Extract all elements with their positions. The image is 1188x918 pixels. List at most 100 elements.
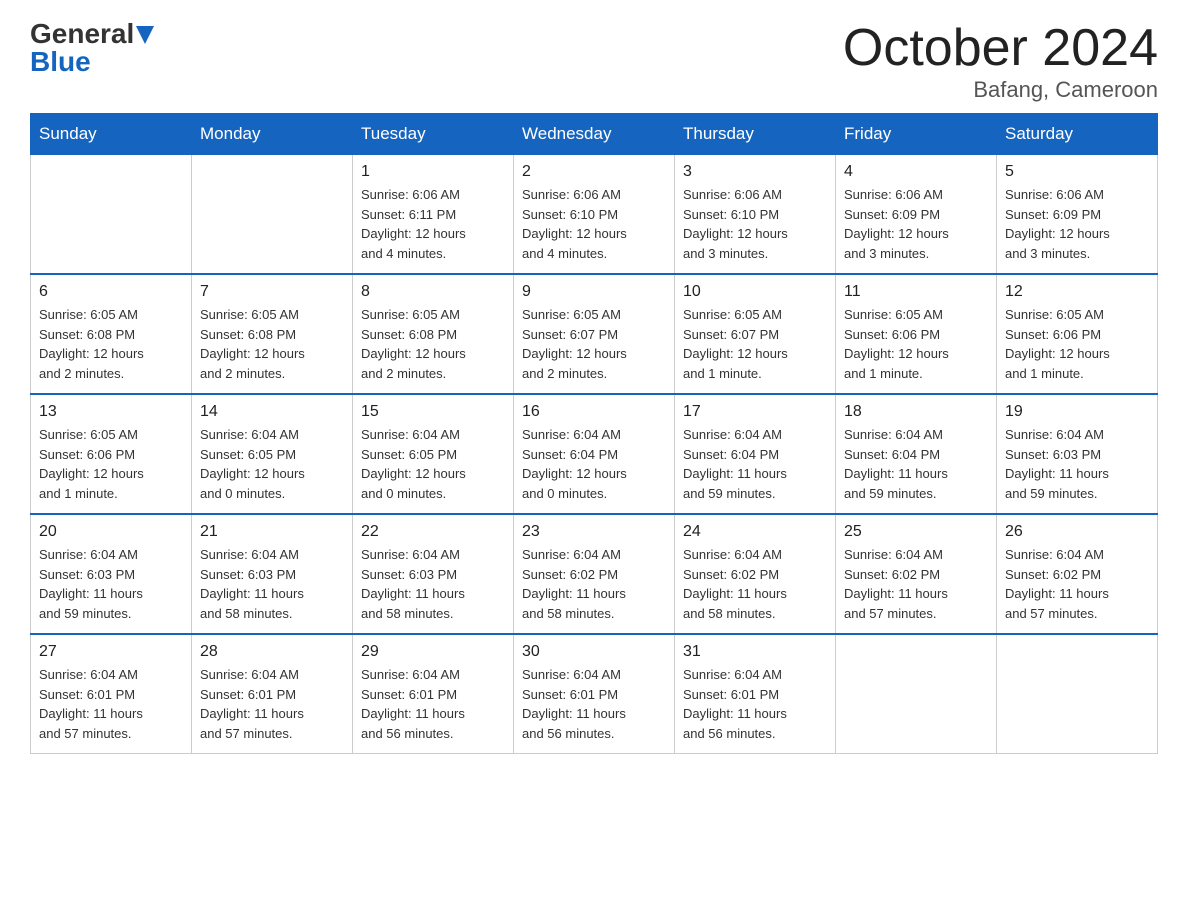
calendar-cell: 18 Sunrise: 6:04 AM Sunset: 6:04 PM Dayli…	[836, 394, 997, 514]
day-info: Sunrise: 6:04 AM Sunset: 6:01 PM Dayligh…	[200, 665, 344, 743]
day-info: Sunrise: 6:06 AM Sunset: 6:09 PM Dayligh…	[844, 185, 988, 263]
calendar-header-sunday: Sunday	[31, 114, 192, 155]
calendar-cell	[31, 155, 192, 275]
calendar-header-row: SundayMondayTuesdayWednesdayThursdayFrid…	[31, 114, 1158, 155]
day-info: Sunrise: 6:04 AM Sunset: 6:04 PM Dayligh…	[844, 425, 988, 503]
logo-blue: Blue	[30, 48, 91, 76]
day-info: Sunrise: 6:04 AM Sunset: 6:04 PM Dayligh…	[683, 425, 827, 503]
calendar-cell: 7 Sunrise: 6:05 AM Sunset: 6:08 PM Daylig…	[192, 274, 353, 394]
calendar-header-saturday: Saturday	[997, 114, 1158, 155]
day-number: 21	[200, 523, 344, 541]
day-number: 4	[844, 163, 988, 181]
calendar-cell	[836, 634, 997, 754]
calendar-cell: 25 Sunrise: 6:04 AM Sunset: 6:02 PM Dayli…	[836, 514, 997, 634]
calendar-cell: 13 Sunrise: 6:05 AM Sunset: 6:06 PM Dayli…	[31, 394, 192, 514]
page-header: General Blue October 2024 Bafang, Camero…	[30, 20, 1158, 103]
day-number: 27	[39, 643, 183, 661]
day-info: Sunrise: 6:05 AM Sunset: 6:07 PM Dayligh…	[522, 305, 666, 383]
calendar-header-friday: Friday	[836, 114, 997, 155]
day-number: 26	[1005, 523, 1149, 541]
day-number: 16	[522, 403, 666, 421]
day-number: 25	[844, 523, 988, 541]
calendar-week-row: 27 Sunrise: 6:04 AM Sunset: 6:01 PM Dayli…	[31, 634, 1158, 754]
day-info: Sunrise: 6:05 AM Sunset: 6:07 PM Dayligh…	[683, 305, 827, 383]
day-info: Sunrise: 6:04 AM Sunset: 6:05 PM Dayligh…	[361, 425, 505, 503]
calendar-header-tuesday: Tuesday	[353, 114, 514, 155]
calendar-cell: 29Sunrise: 6:04 AM Sunset: 6:01 PM Dayli…	[353, 634, 514, 754]
day-number: 17	[683, 403, 827, 421]
calendar-cell: 10 Sunrise: 6:05 AM Sunset: 6:07 PM Dayli…	[675, 274, 836, 394]
calendar-cell: 27 Sunrise: 6:04 AM Sunset: 6:01 PM Dayli…	[31, 634, 192, 754]
calendar-table: SundayMondayTuesdayWednesdayThursdayFrid…	[30, 113, 1158, 754]
day-info: Sunrise: 6:04 AM Sunset: 6:03 PM Dayligh…	[200, 545, 344, 623]
calendar-cell: 16 Sunrise: 6:04 AM Sunset: 6:04 PM Dayli…	[514, 394, 675, 514]
calendar-header-monday: Monday	[192, 114, 353, 155]
calendar-cell: 31 Sunrise: 6:04 AM Sunset: 6:01 PM Dayli…	[675, 634, 836, 754]
calendar-cell: 22 Sunrise: 6:04 AM Sunset: 6:03 PM Dayli…	[353, 514, 514, 634]
day-number: 20	[39, 523, 183, 541]
day-number: 6	[39, 283, 183, 301]
day-info: Sunrise: 6:04 AM Sunset: 6:02 PM Dayligh…	[1005, 545, 1149, 623]
day-info: Sunrise: 6:06 AM Sunset: 6:09 PM Dayligh…	[1005, 185, 1149, 263]
day-info: Sunrise: 6:04 AM Sunset: 6:02 PM Dayligh…	[683, 545, 827, 623]
calendar-cell: 21 Sunrise: 6:04 AM Sunset: 6:03 PM Dayli…	[192, 514, 353, 634]
day-number: 5	[1005, 163, 1149, 181]
calendar-cell	[192, 155, 353, 275]
calendar-cell: 1Sunrise: 6:06 AM Sunset: 6:11 PM Daylig…	[353, 155, 514, 275]
calendar-cell: 4 Sunrise: 6:06 AM Sunset: 6:09 PM Daylig…	[836, 155, 997, 275]
day-number: 14	[200, 403, 344, 421]
calendar-cell	[997, 634, 1158, 754]
day-info: Sunrise: 6:06 AM Sunset: 6:10 PM Dayligh…	[522, 185, 666, 263]
calendar-cell: 9 Sunrise: 6:05 AM Sunset: 6:07 PM Daylig…	[514, 274, 675, 394]
day-info: Sunrise: 6:04 AM Sunset: 6:01 PM Dayligh…	[522, 665, 666, 743]
logo-general: General	[30, 20, 134, 48]
calendar-cell: 12Sunrise: 6:05 AM Sunset: 6:06 PM Dayli…	[997, 274, 1158, 394]
calendar-cell: 23 Sunrise: 6:04 AM Sunset: 6:02 PM Dayli…	[514, 514, 675, 634]
day-number: 31	[683, 643, 827, 661]
calendar-cell: 26 Sunrise: 6:04 AM Sunset: 6:02 PM Dayli…	[997, 514, 1158, 634]
logo: General Blue	[30, 20, 154, 76]
day-number: 18	[844, 403, 988, 421]
calendar-cell: 24 Sunrise: 6:04 AM Sunset: 6:02 PM Dayli…	[675, 514, 836, 634]
day-info: Sunrise: 6:06 AM Sunset: 6:10 PM Dayligh…	[683, 185, 827, 263]
month-title: October 2024	[843, 20, 1158, 77]
day-number: 23	[522, 523, 666, 541]
calendar-cell: 20 Sunrise: 6:04 AM Sunset: 6:03 PM Dayli…	[31, 514, 192, 634]
day-number: 24	[683, 523, 827, 541]
day-info: Sunrise: 6:05 AM Sunset: 6:08 PM Dayligh…	[39, 305, 183, 383]
day-number: 29	[361, 643, 505, 661]
day-info: Sunrise: 6:05 AM Sunset: 6:08 PM Dayligh…	[200, 305, 344, 383]
day-info: Sunrise: 6:05 AM Sunset: 6:08 PM Dayligh…	[361, 305, 505, 383]
day-number: 2	[522, 163, 666, 181]
calendar-cell: 28Sunrise: 6:04 AM Sunset: 6:01 PM Dayli…	[192, 634, 353, 754]
day-info: Sunrise: 6:04 AM Sunset: 6:01 PM Dayligh…	[683, 665, 827, 743]
calendar-week-row: 1Sunrise: 6:06 AM Sunset: 6:11 PM Daylig…	[31, 155, 1158, 275]
day-number: 3	[683, 163, 827, 181]
calendar-header-wednesday: Wednesday	[514, 114, 675, 155]
day-info: Sunrise: 6:06 AM Sunset: 6:11 PM Dayligh…	[361, 185, 505, 263]
day-number: 9	[522, 283, 666, 301]
day-info: Sunrise: 6:04 AM Sunset: 6:01 PM Dayligh…	[39, 665, 183, 743]
calendar-header-thursday: Thursday	[675, 114, 836, 155]
day-info: Sunrise: 6:05 AM Sunset: 6:06 PM Dayligh…	[844, 305, 988, 383]
day-info: Sunrise: 6:04 AM Sunset: 6:04 PM Dayligh…	[522, 425, 666, 503]
calendar-cell: 19Sunrise: 6:04 AM Sunset: 6:03 PM Dayli…	[997, 394, 1158, 514]
day-number: 10	[683, 283, 827, 301]
calendar-cell: 6 Sunrise: 6:05 AM Sunset: 6:08 PM Daylig…	[31, 274, 192, 394]
calendar-cell: 17 Sunrise: 6:04 AM Sunset: 6:04 PM Dayli…	[675, 394, 836, 514]
calendar-cell: 5 Sunrise: 6:06 AM Sunset: 6:09 PM Daylig…	[997, 155, 1158, 275]
day-number: 13	[39, 403, 183, 421]
day-number: 22	[361, 523, 505, 541]
logo-triangle-icon	[136, 26, 154, 44]
day-info: Sunrise: 6:04 AM Sunset: 6:03 PM Dayligh…	[361, 545, 505, 623]
calendar-cell: 3 Sunrise: 6:06 AM Sunset: 6:10 PM Daylig…	[675, 155, 836, 275]
day-number: 15	[361, 403, 505, 421]
day-number: 12	[1005, 283, 1149, 301]
title-section: October 2024 Bafang, Cameroon	[843, 20, 1158, 103]
day-info: Sunrise: 6:05 AM Sunset: 6:06 PM Dayligh…	[39, 425, 183, 503]
day-info: Sunrise: 6:04 AM Sunset: 6:02 PM Dayligh…	[844, 545, 988, 623]
day-info: Sunrise: 6:04 AM Sunset: 6:03 PM Dayligh…	[39, 545, 183, 623]
day-number: 7	[200, 283, 344, 301]
day-number: 8	[361, 283, 505, 301]
day-info: Sunrise: 6:04 AM Sunset: 6:02 PM Dayligh…	[522, 545, 666, 623]
